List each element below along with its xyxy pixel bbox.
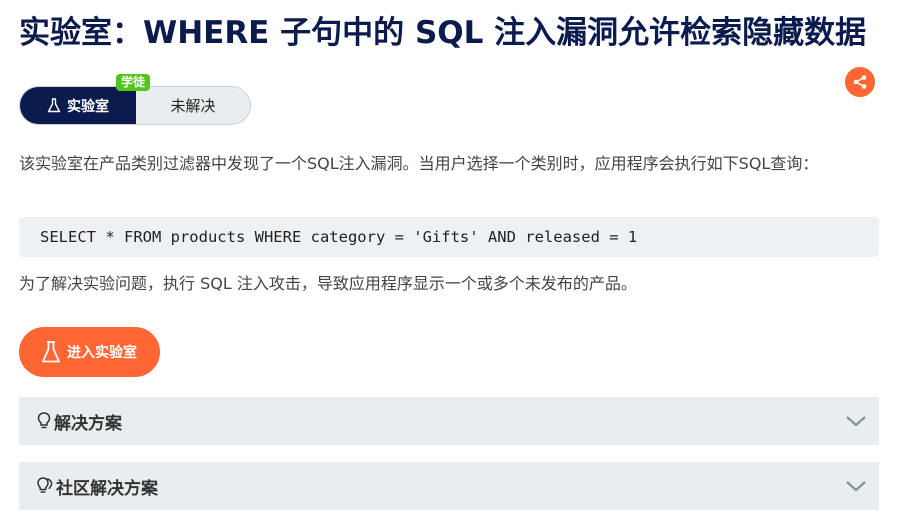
access-lab-button[interactable]: 进入实验室	[19, 327, 160, 377]
lab-status-pill: 实验室 未解决	[19, 86, 251, 125]
lab-status-label: 未解决	[170, 97, 216, 115]
community-lightbulb-icon	[37, 477, 53, 493]
share-icon	[853, 75, 867, 89]
lab-type-tag: 实验室	[20, 87, 136, 124]
lab-status: 未解决	[136, 87, 250, 124]
sql-code-block: SELECT * FROM products WHERE category = …	[19, 217, 879, 257]
sql-query-text: SELECT * FROM products WHERE category = …	[40, 228, 638, 246]
solution-accordion-label: 解决方案	[54, 413, 122, 434]
chevron-down-icon	[846, 416, 866, 427]
level-badge: 学徒	[116, 74, 151, 91]
lab-description: 该实验室在产品类别过滤器中发现了一个SQL注入漏洞。当用户选择一个类别时，应用程…	[19, 154, 819, 173]
lab-goal: 为了解决实验问题，执行 SQL 注入攻击，导致应用程序显示一个或多个未发布的产品…	[19, 274, 637, 293]
access-lab-label: 进入实验室	[67, 345, 137, 361]
flask-icon	[42, 341, 60, 363]
lightbulb-icon	[37, 412, 51, 429]
page-title: 实验室：WHERE 子句中的 SQL 注入漏洞允许检索隐藏数据	[19, 15, 867, 51]
solution-accordion[interactable]: 解决方案	[19, 397, 879, 445]
chevron-down-icon	[846, 481, 866, 492]
lab-type-label: 实验室	[67, 98, 109, 115]
share-button[interactable]	[845, 67, 875, 97]
community-solutions-accordion[interactable]: 社区解决方案	[19, 462, 879, 510]
flask-icon	[47, 98, 61, 113]
community-solutions-accordion-label: 社区解决方案	[56, 478, 158, 499]
